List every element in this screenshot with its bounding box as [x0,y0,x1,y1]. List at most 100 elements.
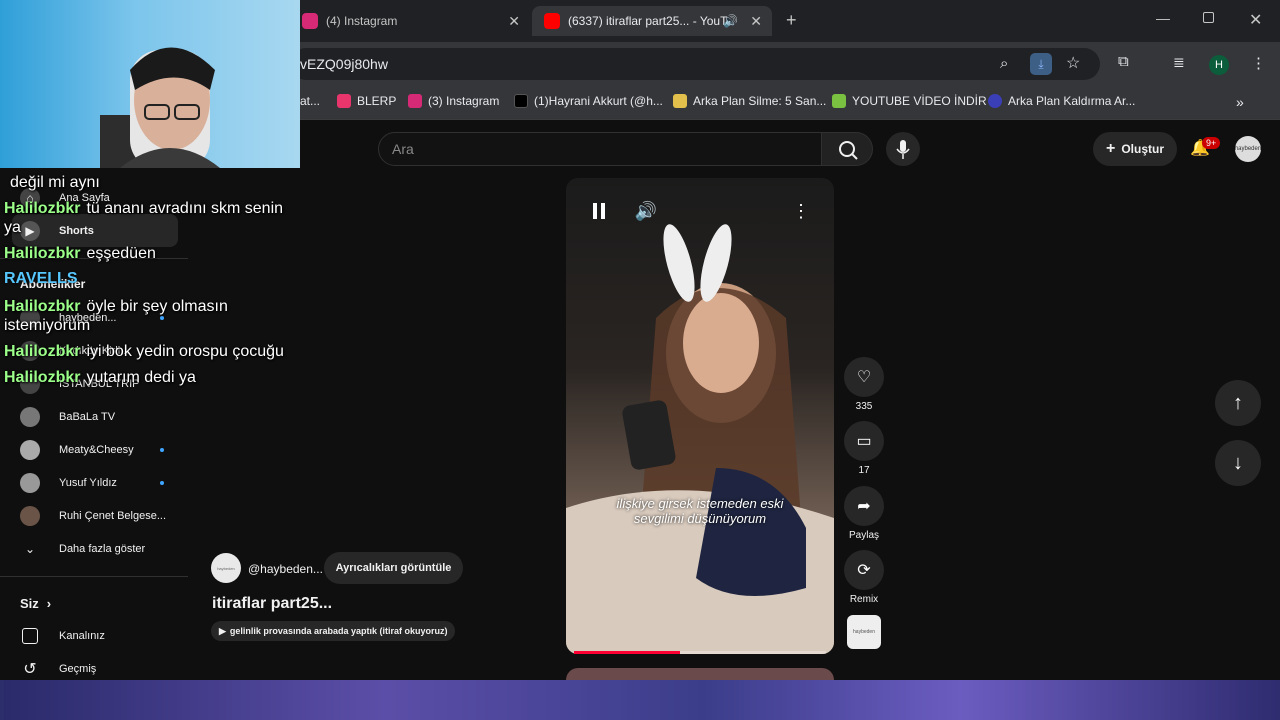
related-video-title: gelinlik provasında arabada yaptık (itir… [229,626,448,636]
bookmark-item[interactable]: at... [300,94,320,108]
bookmark-label: BLERP [357,94,397,108]
remix-button[interactable]: ⟳ [844,550,884,590]
caption-line: ilişkiye girsek istemeden eski [616,496,784,511]
bookmark-item[interactable]: (3) Instagram [408,94,499,108]
like-count: 335 [855,401,873,412]
install-app-icon[interactable]: ⤓ [1030,53,1052,75]
chat-message: Halilozbkr tü ananı avradını skm senin [4,200,283,218]
bookmark-label: (1)Hayrani Akkurt (@h... [534,94,663,108]
create-button[interactable]: + Oluştur [1093,132,1177,166]
browser-menu-icon[interactable]: ⋮ [1251,54,1266,72]
bookmark-star-icon[interactable]: ☆ [1066,53,1080,73]
bookmark-item[interactable]: Arka Plan Silme: 5 San... [673,94,826,108]
microphone-icon [896,140,910,159]
create-label: Oluştur [1121,142,1164,156]
chevron-down-icon: ⌄ [24,541,36,556]
heart-icon: ♡ [856,369,872,386]
share-button[interactable]: ➦ [844,486,884,526]
zoom-icon[interactable]: ⌕ [1000,55,1008,72]
comment-icon: ▭ [856,433,872,450]
sidebar-item-label: Shorts [59,224,94,237]
chat-message: istemiyorum [4,317,90,335]
sidebar-channel[interactable]: Meaty&Cheesy [0,433,188,466]
shorts-video-player[interactable] [566,178,834,654]
maximize-button[interactable] [1203,12,1214,23]
chat-username: Halilozbkr [4,369,81,386]
download-arrow-icon [832,94,846,108]
sidebar-channel[interactable]: Yusuf Yıldız [0,466,188,499]
bookmark-item[interactable]: (1)Hayrani Akkurt (@h... [514,94,663,108]
new-content-dot [160,480,164,485]
comments-button[interactable]: ▭ [844,421,884,461]
share-arrow-icon: ➦ [857,498,871,515]
volume-button[interactable]: 🔊 [631,196,661,226]
webcam-overlay [0,0,300,168]
voice-search-button[interactable] [886,132,920,166]
chat-text: iyi bok yedin orospu çocuğu [86,343,284,360]
tab-instagram[interactable]: (4) Instagram ✕ [296,6,530,36]
sound-thumbnail[interactable]: haybeden [847,615,881,649]
close-icon[interactable]: ✕ [508,13,520,30]
new-tab-button[interactable]: + [786,10,797,31]
channel-avatar [20,406,40,427]
sidebar-channel[interactable]: BaBaLa TV [0,400,188,433]
account-avatar[interactable]: haybeden [1235,136,1261,162]
channel-handle[interactable]: @haybeden... [248,562,323,576]
view-perks-button[interactable]: Ayrıcalıkları görüntüle [324,552,463,584]
search-input[interactable] [378,132,822,166]
more-bookmarks-icon[interactable]: » [1236,94,1244,110]
bookmark-item[interactable]: Arka Plan Kaldırma Ar... [988,94,1135,108]
chat-message: ya [4,219,21,237]
you-section-heading[interactable]: Siz › [20,596,51,611]
channel-avatar [20,472,40,493]
tab-youtube[interactable]: (6337) itiraflar part25... - YouTu 🔊 ✕ [532,6,772,36]
plus-icon: + [1105,140,1116,157]
blerp-icon [337,94,351,108]
bookmark-item[interactable]: BLERP [337,94,396,108]
close-icon[interactable]: ✕ [750,13,762,30]
next-short-button[interactable]: ↓ [1215,440,1261,486]
address-bar[interactable] [290,48,1100,80]
channel-avatar [20,505,40,526]
chat-text: istemiyorum [4,317,91,334]
sidebar-item-shorts[interactable]: ▶ Shorts [0,214,188,247]
profile-avatar[interactable]: H [1209,55,1229,75]
close-window-button[interactable]: ✕ [1249,10,1262,30]
new-content-dot [160,315,164,320]
previous-short-button[interactable]: ↑ [1215,380,1261,426]
sidebar-item-your-channel[interactable]: Kanalınız [0,619,188,652]
bookmark-label: (3) Instagram [428,94,500,108]
chat-message: değil mi aynı [4,174,100,192]
chat-text: yutarım dedi ya [86,369,196,386]
history-icon: ↺ [23,660,37,678]
sidebar-item-label: Geçmiş [59,662,97,675]
chat-text: eşşedüen [86,245,156,262]
related-video-chip[interactable]: ▶ gelinlik provasında arabada yaptık (it… [211,621,456,641]
chat-username: Halilozbkr [4,245,81,262]
volume-icon: 🔊 [634,200,658,221]
channel-name: Ruhi Çenet Belgese... [59,509,167,522]
short-title: itiraflar part25... [212,595,333,612]
you-section-label: Siz [20,596,39,611]
extensions-icon[interactable]: ⧉ [1118,53,1129,70]
like-button[interactable]: ♡ [844,357,884,397]
media-control-icon[interactable]: ≣ [1173,54,1185,71]
show-more-label: Daha fazla göster [59,542,146,555]
stream-bottom-overlay [0,680,1280,720]
sidebar-channel[interactable]: Ruhi Çenet Belgese... [0,499,188,532]
bookmark-label: YOUTUBE VİDEO İNDİR [852,94,987,108]
more-options-button[interactable]: ⋮ [786,196,816,226]
show-more-button[interactable]: ⌄ Daha fazla göster [0,532,188,565]
youtube-icon [544,13,560,29]
video-frame [566,224,834,654]
pause-button[interactable] [584,196,614,226]
minimize-button[interactable]: — [1156,10,1170,26]
channel-avatar[interactable]: haybeden [211,553,241,583]
search-button[interactable] [821,132,873,166]
speaker-icon[interactable]: 🔊 [723,14,738,28]
channel-name: Yusuf Yıldız [59,476,117,489]
bookmark-item[interactable]: YOUTUBE VİDEO İNDİR [832,94,987,108]
chat-username: Halilozbkr [4,343,81,360]
layers-icon [673,94,687,108]
play-icon: ▶ [219,625,226,636]
